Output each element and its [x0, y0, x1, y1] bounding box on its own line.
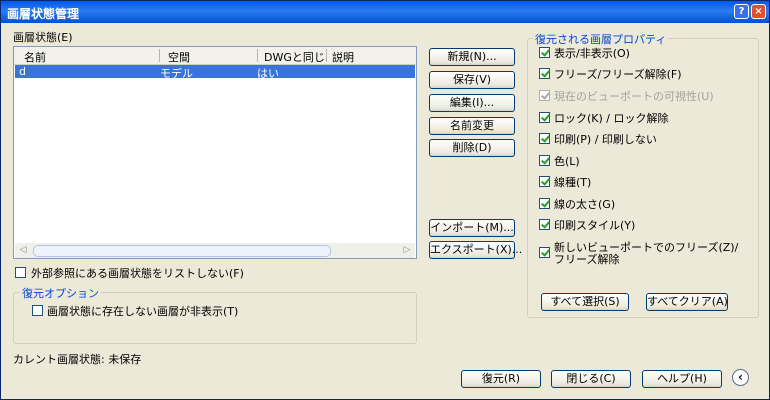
layer-states-label: 画層状態(E)	[13, 31, 73, 44]
collapse-arrow-icon[interactable]: ‹	[732, 369, 749, 386]
new-vp-freeze-label-line2: フリーズ解除	[554, 253, 620, 266]
title-bar: 画層状態管理 ? ×	[1, 1, 769, 23]
select-all-button[interactable]: すべて選択(S)	[541, 293, 629, 311]
column-same-as-dwg-header[interactable]: DWGと同じ	[264, 49, 325, 65]
rename-button[interactable]: 名前変更	[429, 117, 515, 135]
xref-list-checkbox[interactable]	[15, 267, 26, 278]
lock-checkbox[interactable]	[539, 112, 550, 123]
color-checkbox[interactable]	[539, 155, 550, 166]
delete-button[interactable]: 削除(D)	[429, 139, 515, 157]
window-title: 画層状態管理	[7, 7, 80, 21]
hide-missing-layers-label: 画層状態に存在しない画層が非表示(T)	[47, 305, 239, 318]
column-description-header[interactable]: 説明	[332, 49, 354, 65]
viewport-visibility-label: 現在のビューポートの可視性(U)	[554, 90, 714, 103]
column-space-header[interactable]: 空間	[168, 49, 190, 65]
linetype-label: 線種(T)	[554, 176, 592, 189]
hide-missing-layers-checkbox[interactable]	[32, 305, 43, 316]
save-button[interactable]: 保存(V)	[429, 71, 515, 89]
row-space: モデル	[160, 67, 193, 80]
clear-all-button[interactable]: すべてクリア(A)	[646, 293, 728, 311]
new-vp-freeze-checkbox[interactable]	[539, 247, 550, 258]
row-name: d	[19, 65, 26, 78]
column-name-header[interactable]: 名前	[24, 49, 46, 65]
horizontal-scrollbar[interactable]: ◁ ▷	[15, 243, 415, 258]
plot-style-label: 印刷スタイル(Y)	[554, 219, 636, 232]
scrollbar-thumb[interactable]	[33, 245, 331, 257]
lock-label: ロック(K) / ロック解除	[554, 112, 669, 125]
new-button[interactable]: 新規(N)...	[429, 48, 515, 66]
scroll-left-icon[interactable]: ◁	[17, 244, 29, 257]
lineweight-checkbox[interactable]	[539, 198, 550, 209]
visibility-checkbox[interactable]	[539, 47, 550, 58]
close-icon[interactable]: ×	[751, 4, 766, 19]
lineweight-label: 線の太さ(G)	[554, 198, 616, 211]
edit-button[interactable]: 編集(I)...	[429, 94, 515, 112]
plot-label: 印刷(P) / 印刷しない	[554, 133, 657, 146]
layer-state-manager-dialog: 画層状態管理 ? × 画層状態(E) 名前 空間 DWGと同じ 説明 d モデル…	[0, 0, 770, 400]
linetype-checkbox[interactable]	[539, 176, 550, 187]
help-button[interactable]: ヘルプ(H)	[642, 370, 722, 388]
freeze-label: フリーズ/フリーズ解除(F)	[554, 68, 682, 81]
scroll-right-icon[interactable]: ▷	[401, 244, 413, 257]
row-same-as-dwg: はい	[257, 67, 279, 80]
color-label: 色(L)	[554, 155, 580, 168]
layer-states-list[interactable]: 名前 空間 DWGと同じ 説明 d モデル はい ◁ ▷	[13, 46, 417, 259]
import-button[interactable]: インポート(M)...	[429, 219, 515, 237]
help-icon[interactable]: ?	[734, 4, 749, 19]
export-button[interactable]: エクスポート(X)...	[429, 241, 522, 259]
column-divider[interactable]	[159, 49, 160, 62]
restore-options-title: 復元オプション	[20, 285, 101, 301]
xref-list-label: 外部参照にある画層状態をリストしない(F)	[31, 267, 244, 280]
close-button[interactable]: 閉じる(C)	[551, 370, 631, 388]
visibility-label: 表示/非表示(O)	[554, 47, 630, 60]
viewport-visibility-checkbox	[539, 90, 550, 101]
freeze-checkbox[interactable]	[539, 68, 550, 79]
list-header: 名前 空間 DWGと同じ 説明	[14, 47, 416, 65]
table-row[interactable]: d モデル はい	[15, 65, 415, 80]
column-divider[interactable]	[257, 49, 258, 62]
column-divider[interactable]	[326, 49, 327, 62]
plot-checkbox[interactable]	[539, 133, 550, 144]
current-layer-state-text: カレント画層状態: 未保存	[13, 353, 142, 366]
restore-button[interactable]: 復元(R)	[461, 370, 541, 388]
plot-style-checkbox[interactable]	[539, 219, 550, 230]
